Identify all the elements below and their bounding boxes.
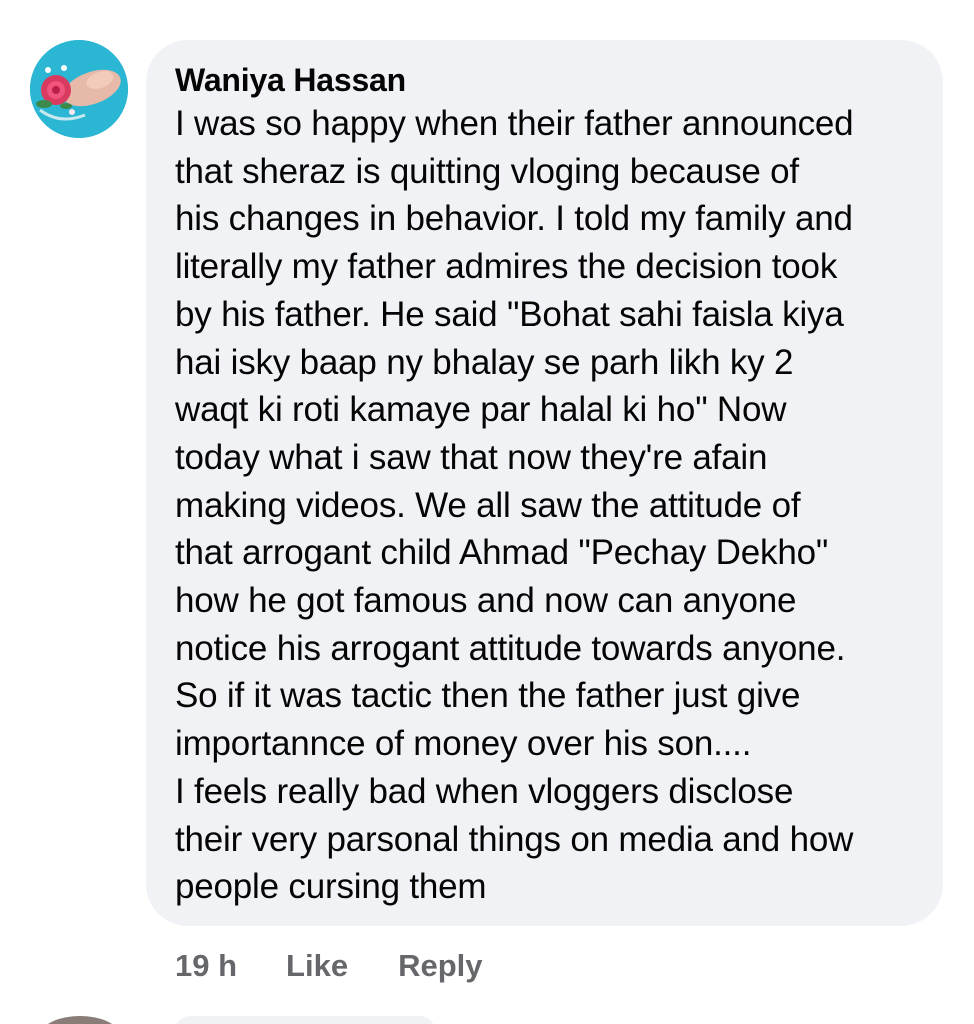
comment-author[interactable]: Waniya Hassan [175, 60, 919, 100]
next-comment-bubble [175, 1016, 435, 1024]
like-button[interactable]: Like [286, 948, 348, 984]
comment-text: I was so happy when their father announc… [175, 104, 854, 907]
comment-actions: 19 h Like Reply [175, 944, 532, 988]
comment-thread: Waniya Hassan I was so happy when their … [0, 0, 974, 1024]
avatar[interactable] [30, 40, 128, 138]
next-comment-avatar[interactable] [40, 1016, 120, 1024]
comment-timestamp[interactable]: 19 h [175, 948, 237, 984]
comment-bubble: Waniya Hassan I was so happy when their … [146, 40, 943, 926]
reply-button[interactable]: Reply [398, 948, 482, 984]
avatar-rose-hand-icon [30, 40, 128, 138]
previous-comment-cutoff [400, 0, 490, 4]
